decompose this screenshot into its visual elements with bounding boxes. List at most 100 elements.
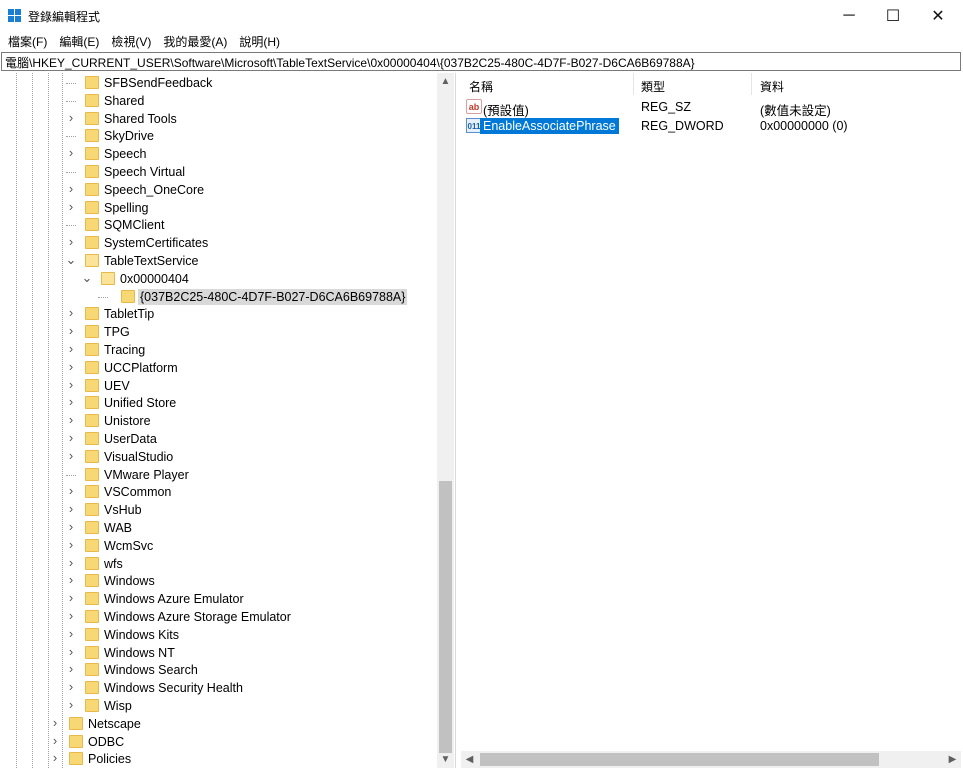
tree-item[interactable]: › Windows Azure Emulator <box>0 590 437 608</box>
chevron-right-icon[interactable]: › <box>65 609 77 623</box>
chevron-right-icon[interactable]: › <box>65 377 77 392</box>
tree-item[interactable]: › Unistore <box>0 412 437 430</box>
tree-item[interactable]: › ODBC <box>0 733 437 751</box>
tree-item[interactable]: › UEV <box>0 377 437 395</box>
chevron-right-icon[interactable]: › <box>65 662 77 676</box>
tree-item[interactable]: › Windows NT <box>0 644 437 662</box>
tree-item[interactable]: ⌄ TableTextService <box>0 252 437 270</box>
tree-vertical-scrollbar[interactable]: ▲ ▼ <box>437 73 454 768</box>
key-tree-pane[interactable]: SFBSendFeedback Shared › Shared Tools SkyDri… <box>0 73 456 768</box>
tree-item[interactable]: › WAB <box>0 519 437 537</box>
scroll-left-arrow-icon[interactable]: ◀ <box>461 751 478 768</box>
chevron-right-icon[interactable]: › <box>65 502 77 516</box>
column-divider[interactable] <box>633 73 634 95</box>
chevron-right-icon[interactable]: › <box>65 413 77 427</box>
chevron-right-icon[interactable]: › <box>65 324 77 338</box>
tree-item[interactable]: › SystemCertificates <box>0 234 437 252</box>
address-bar[interactable]: 電腦\HKEY_CURRENT_USER\Software\Microsoft\… <box>1 52 961 71</box>
tree-item[interactable]: › Netscape <box>0 715 437 733</box>
tree-item[interactable]: › Windows Search <box>0 661 437 679</box>
minimize-button[interactable]: ─ <box>826 0 872 31</box>
column-header-data[interactable]: 資料 <box>760 78 784 95</box>
scroll-down-arrow-icon[interactable]: ▼ <box>437 751 454 768</box>
chevron-right-icon[interactable]: › <box>65 359 77 374</box>
chevron-right-icon[interactable]: › <box>49 733 61 748</box>
tree-item[interactable]: › Wisp <box>0 697 437 715</box>
tree-item[interactable]: › Tracing <box>0 341 437 359</box>
tree-item-label: SQMClient <box>104 218 165 233</box>
chevron-right-icon[interactable]: › <box>65 395 77 409</box>
chevron-right-icon[interactable]: › <box>65 448 77 463</box>
chevron-right-icon[interactable]: › <box>65 484 77 498</box>
scrollbar-thumb[interactable] <box>480 753 879 766</box>
chevron-right-icon[interactable]: › <box>65 520 77 534</box>
maximize-button[interactable]: ☐ <box>870 0 916 31</box>
value-list-pane[interactable]: 名稱 類型 資料 ab (預設值) REG_SZ (數值未設定) 011 Ena… <box>461 73 963 768</box>
value-row[interactable]: ab (預設值) REG_SZ (數值未設定) <box>461 97 961 118</box>
tree-item[interactable]: SFBSendFeedback <box>0 74 437 92</box>
chevron-right-icon[interactable]: › <box>65 537 77 552</box>
chevron-right-icon[interactable]: › <box>65 199 77 214</box>
tree-item[interactable]: › Windows <box>0 572 437 590</box>
column-header-name[interactable]: 名稱 <box>469 78 493 95</box>
tree-item[interactable]: › Policies <box>0 750 437 768</box>
chevron-right-icon[interactable]: › <box>65 644 77 659</box>
chevron-right-icon[interactable]: › <box>65 235 77 249</box>
close-button[interactable]: ✕ <box>915 0 961 31</box>
chevron-right-icon[interactable]: › <box>65 110 77 125</box>
tree-item[interactable]: › Spelling <box>0 199 437 217</box>
list-horizontal-scrollbar[interactable]: ◀ ▶ <box>461 751 961 768</box>
column-divider[interactable] <box>751 73 752 95</box>
tree-item[interactable]: VMware Player <box>0 466 437 484</box>
chevron-right-icon[interactable]: › <box>65 555 77 570</box>
chevron-right-icon[interactable]: › <box>65 181 77 196</box>
tree-item[interactable]: SQMClient <box>0 216 437 234</box>
tree-item[interactable]: › TPG <box>0 323 437 341</box>
tree-item[interactable]: Shared <box>0 92 437 110</box>
chevron-right-icon[interactable]: › <box>65 306 77 320</box>
chevron-right-icon[interactable]: › <box>49 751 61 765</box>
menu-favorites[interactable]: 我的最愛(A) <box>157 31 233 51</box>
tree-item[interactable]: › WcmSvc <box>0 537 437 555</box>
tree-item[interactable]: SkyDrive <box>0 127 437 145</box>
tree-item[interactable]: › VisualStudio <box>0 448 437 466</box>
tree-item[interactable]: › VsHub <box>0 501 437 519</box>
chevron-right-icon[interactable]: › <box>65 591 77 605</box>
chevron-right-icon[interactable]: › <box>65 431 77 445</box>
chevron-right-icon[interactable]: › <box>65 146 77 160</box>
tree-item[interactable]: › UCCPlatform <box>0 359 437 377</box>
tree-item[interactable]: › VSCommon <box>0 483 437 501</box>
tree-item[interactable]: › Windows Kits <box>0 626 437 644</box>
scroll-right-arrow-icon[interactable]: ▶ <box>944 751 961 768</box>
tree-item[interactable]: › Speech_OneCore <box>0 181 437 199</box>
tree-item[interactable]: {037B2C25-480C-4D7F-B027-D6CA6B69788A} <box>0 288 437 306</box>
menu-file[interactable]: 檔案(F) <box>2 31 53 51</box>
scrollbar-thumb[interactable] <box>439 481 452 753</box>
value-row[interactable]: 011 EnableAssociatePhrase REG_DWORD 0x00… <box>461 116 961 136</box>
chevron-right-icon[interactable]: › <box>65 626 77 641</box>
tree-item[interactable]: › Windows Security Health <box>0 679 437 697</box>
tree-item[interactable]: › wfs <box>0 555 437 573</box>
tree-item[interactable]: › Unified Store <box>0 394 437 412</box>
tree-item[interactable]: › Windows Azure Storage Emulator <box>0 608 437 626</box>
chevron-right-icon[interactable]: › <box>65 573 77 587</box>
chevron-down-icon[interactable]: ⌄ <box>81 270 93 285</box>
tree-item[interactable]: › TabletTip <box>0 305 437 323</box>
tree-item[interactable]: › Shared Tools <box>0 110 437 128</box>
folder-icon <box>85 610 99 623</box>
tree-item[interactable]: Speech Virtual <box>0 163 437 181</box>
chevron-right-icon[interactable]: › <box>65 698 77 712</box>
tree-item[interactable]: › UserData <box>0 430 437 448</box>
menu-view[interactable]: 檢視(V) <box>105 31 157 51</box>
menu-help[interactable]: 說明(H) <box>233 31 286 51</box>
tree-item[interactable]: › Speech <box>0 145 437 163</box>
chevron-down-icon[interactable]: ⌄ <box>65 253 77 267</box>
column-header-type[interactable]: 類型 <box>641 78 665 95</box>
tree-item[interactable]: ⌄ 0x00000404 <box>0 270 437 288</box>
menu-edit[interactable]: 編輯(E) <box>53 31 105 51</box>
chevron-right-icon[interactable]: › <box>65 680 77 694</box>
chevron-right-icon[interactable]: › <box>65 342 77 356</box>
scroll-up-arrow-icon[interactable]: ▲ <box>437 73 454 90</box>
chevron-right-icon[interactable]: › <box>49 715 61 730</box>
folder-icon <box>85 254 99 267</box>
